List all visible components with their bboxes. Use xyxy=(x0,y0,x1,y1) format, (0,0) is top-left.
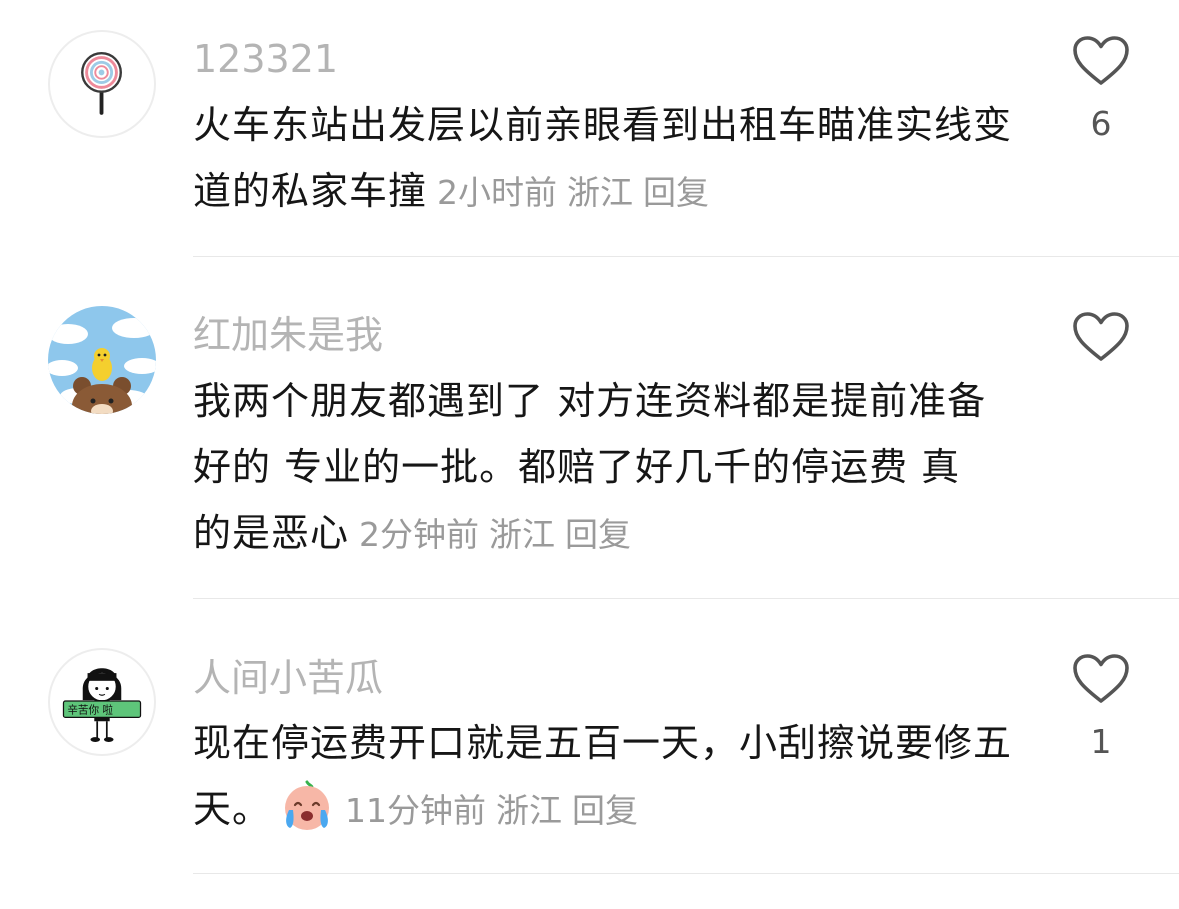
comment-location: 浙江 xyxy=(496,791,563,830)
avatar[interactable] xyxy=(48,306,156,414)
divider xyxy=(193,256,1179,257)
crying-face-emoji xyxy=(285,780,330,830)
comment-text: 现在停运费开口就是五百一天，小刮擦说要修五天。 11分钟前 浙江 回复 xyxy=(193,710,1028,844)
comment-location: 浙江 xyxy=(567,173,634,212)
username[interactable]: 人间小苦瓜 xyxy=(193,655,383,701)
heart-outline-icon xyxy=(1073,654,1129,703)
like-count: 6 xyxy=(1090,104,1112,143)
like-count: 1 xyxy=(1090,722,1112,761)
like-button[interactable] xyxy=(1072,311,1130,363)
sign-text: 辛苦你 啦 xyxy=(67,704,113,717)
divider xyxy=(193,873,1179,874)
sky-bear-avatar-icon xyxy=(48,306,156,414)
comment-meta: 2小时前 浙江 回复 xyxy=(437,173,719,212)
girl-holding-sign-avatar-icon: 辛苦你 啦 xyxy=(62,668,142,742)
reply-button[interactable]: 回复 xyxy=(572,791,638,830)
reply-button[interactable]: 回复 xyxy=(643,173,709,212)
comment-meta: 2分钟前 浙江 回复 xyxy=(359,515,641,554)
comment-time: 2分钟前 xyxy=(359,515,480,554)
comment-time: 11分钟前 xyxy=(345,791,487,830)
avatar[interactable]: 辛苦你 啦 xyxy=(48,648,156,756)
comment-text: 我两个朋友都遇到了 对方连资料都是提前准备好的 专业的一批。都赔了好几千的停运费… xyxy=(193,368,993,568)
username[interactable]: 123321 xyxy=(193,36,338,82)
comment-meta: 11分钟前 浙江 回复 xyxy=(345,791,648,830)
comment-text: 火车东站出发层以前亲眼看到出租车瞄准实线变道的私家车撞 2小时前 浙江 回复 xyxy=(193,92,1028,226)
heart-outline-icon xyxy=(1073,36,1129,85)
username[interactable]: 红加朱是我 xyxy=(193,312,383,358)
like-button[interactable] xyxy=(1072,653,1130,705)
divider xyxy=(193,598,1179,599)
comment-time: 2小时前 xyxy=(437,173,558,212)
heart-outline-icon xyxy=(1073,312,1129,361)
like-button[interactable] xyxy=(1072,35,1130,87)
reply-button[interactable]: 回复 xyxy=(565,515,631,554)
comment-location: 浙江 xyxy=(489,515,556,554)
lollipop-avatar-icon xyxy=(81,51,122,115)
avatar[interactable] xyxy=(48,30,156,138)
